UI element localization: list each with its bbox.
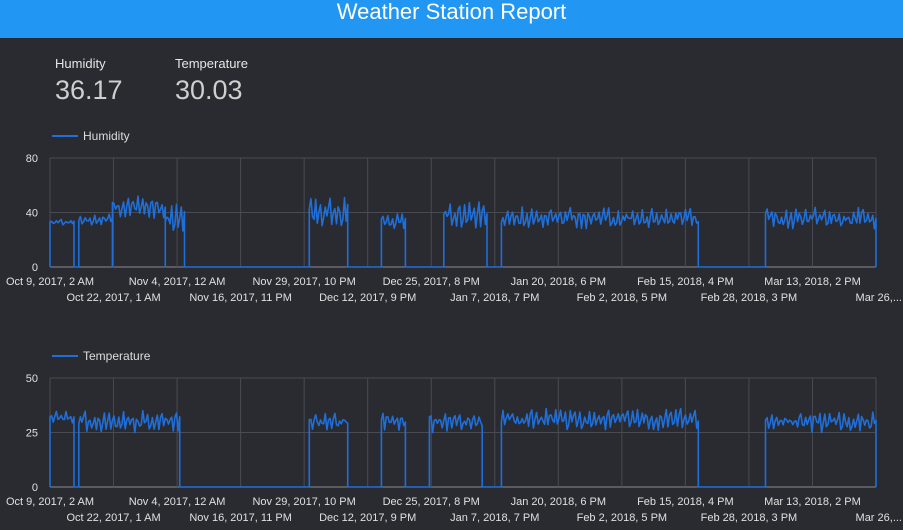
x-tick-label: Mar 13, 2018, 2 PM xyxy=(764,276,861,288)
x-tick-label: Oct 22, 2017, 1 AM xyxy=(66,292,160,304)
humidity-scorecard-value: 36.17 xyxy=(55,75,123,105)
x-tick-label: Jan 7, 2018, 7 PM xyxy=(450,292,539,304)
temperature-legend-label: Temperature xyxy=(83,349,151,363)
temperature-scorecard-value: 30.03 xyxy=(175,75,243,105)
temperature-legend-swatch xyxy=(52,355,78,357)
series-line-humidity[interactable] xyxy=(49,195,877,268)
series-line-temperature[interactable] xyxy=(49,407,877,488)
temperature-scorecard-label: Temperature xyxy=(175,56,248,71)
x-tick-label: Mar 13, 2018, 2 PM xyxy=(764,496,861,508)
x-tick-label: Oct 22, 2017, 1 AM xyxy=(66,512,160,524)
x-tick-label: Nov 16, 2017, 11 PM xyxy=(189,512,292,524)
humidity-scorecard: Humidity 36.17 xyxy=(55,56,123,106)
x-tick-label: Nov 29, 2017, 10 PM xyxy=(252,496,355,508)
y-tick-label: 50 xyxy=(26,373,38,385)
x-tick-label: Dec 12, 2017, 9 PM xyxy=(319,292,416,304)
x-tick-label: Feb 2, 2018, 5 PM xyxy=(577,512,668,524)
x-tick-label: Feb 2, 2018, 5 PM xyxy=(577,292,668,304)
humidity-legend[interactable]: Humidity xyxy=(52,129,130,143)
x-tick-label: Mar 26,... xyxy=(856,292,902,304)
y-tick-label: 0 xyxy=(32,482,38,494)
x-tick-label: Nov 16, 2017, 11 PM xyxy=(189,292,292,304)
x-tick-label: Dec 25, 2017, 8 PM xyxy=(383,496,480,508)
y-tick-label: 0 xyxy=(32,262,38,274)
temperature-legend[interactable]: Temperature xyxy=(52,349,150,363)
x-tick-label: Oct 9, 2017, 2 AM xyxy=(6,496,94,508)
x-tick-label: Feb 15, 2018, 4 PM xyxy=(637,276,734,288)
humidity-legend-label: Humidity xyxy=(83,129,130,143)
x-tick-label: Oct 9, 2017, 2 AM xyxy=(6,276,94,288)
report-title: Weather Station Report xyxy=(336,0,567,24)
x-tick-label: Feb 28, 2018, 3 PM xyxy=(701,512,798,524)
x-tick-label: Mar 26,... xyxy=(856,512,902,524)
x-tick-label: Nov 29, 2017, 10 PM xyxy=(252,276,355,288)
x-tick-label: Jan 7, 2018, 7 PM xyxy=(450,512,539,524)
x-tick-label: Jan 20, 2018, 6 PM xyxy=(511,276,606,288)
x-tick-label: Dec 25, 2017, 8 PM xyxy=(383,276,480,288)
humidity-chart[interactable]: 0 40 80 Oct 9, 2017, 2 AM Nov 4, 2017, 12 AM… xyxy=(0,150,903,310)
x-tick-label: Jan 20, 2018, 6 PM xyxy=(511,496,606,508)
report-header: Weather Station Report xyxy=(0,0,903,38)
y-tick-label: 25 xyxy=(26,428,38,440)
x-tick-label: Nov 4, 2017, 12 AM xyxy=(129,496,226,508)
temperature-chart[interactable]: 0 25 50 Oct 9, 2017, 2 AM Nov 4, 2017, 12 AM… xyxy=(0,370,903,530)
y-tick-label: 80 xyxy=(26,153,38,165)
y-tick-label: 40 xyxy=(26,208,38,220)
x-tick-label: Feb 15, 2018, 4 PM xyxy=(637,496,734,508)
humidity-legend-swatch xyxy=(52,135,78,137)
x-tick-label: Nov 4, 2017, 12 AM xyxy=(129,276,226,288)
humidity-scorecard-label: Humidity xyxy=(55,56,106,71)
temperature-scorecard: Temperature 30.03 xyxy=(175,56,248,106)
x-tick-label: Feb 28, 2018, 3 PM xyxy=(701,292,798,304)
x-tick-label: Dec 12, 2017, 9 PM xyxy=(319,512,416,524)
